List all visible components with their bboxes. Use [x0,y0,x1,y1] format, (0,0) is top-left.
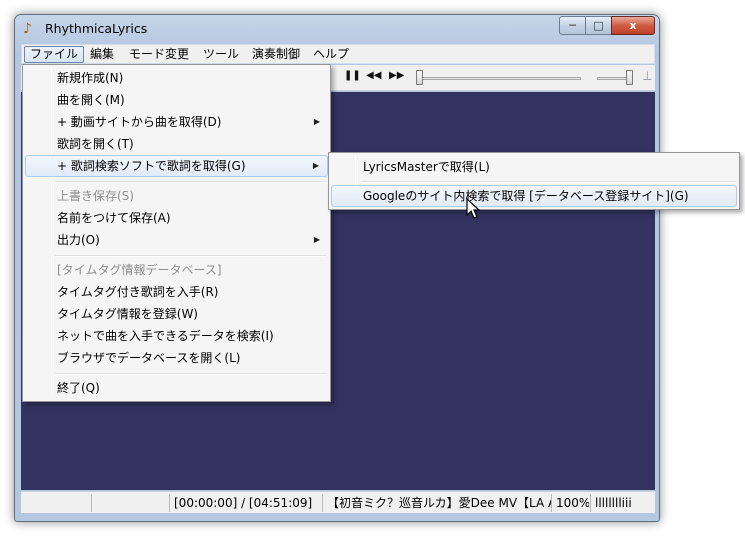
menu-file[interactable]: ファイル [24,46,85,63]
menu-item-label: 名前をつけて保存(A) [57,211,171,225]
menu-item-label: 曲を開く(M) [57,93,125,107]
menu-item-get-from-video-site[interactable]: + 動画サイトから曲を取得(D) ▶ [25,111,328,133]
menu-item-label: タイムタグ情報を登録(W) [57,307,198,321]
menu-item-label: + 歌詞検索ソフトで歌詞を取得(G) [57,159,246,173]
menu-item-save[interactable]: 上書き保存(S) [25,185,328,207]
menu-item-save-as[interactable]: 名前をつけて保存(A) [25,207,328,229]
menu-item-new[interactable]: 新規作成(N) [25,67,328,89]
menu-item-open-lyrics[interactable]: 歌詞を開く(T) [25,133,328,155]
menu-item-open-db-browser[interactable]: ブラウザでデータベースを開く(L) [25,347,328,369]
menu-item-register-timetag[interactable]: タイムタグ情報を登録(W) [25,303,328,325]
menu-separator [55,373,327,375]
menu-item-exit[interactable]: 終了(Q) [25,377,328,399]
menu-item-get-timetag-lyrics[interactable]: タイムタグ付き歌詞を入手(R) [25,281,328,303]
seek-slider-thumb[interactable] [416,70,423,85]
menu-item-google-site-search[interactable]: Googleのサイト内検索で取得 [データベース登録サイト](G) [331,185,737,207]
pause-icon[interactable]: ❚❚ [344,70,361,81]
menu-item-label: ブラウザでデータベースを開く(L) [57,351,241,365]
file-menu: 新規作成(N) 曲を開く(M) + 動画サイトから曲を取得(D) ▶ 歌詞を開く(… [22,64,331,402]
rewind-icon[interactable]: ◀◀ [366,70,381,81]
status-zoom: 100% [551,494,589,512]
seek-slider[interactable] [416,77,581,80]
status-time: [00:00:00] / [04:51:09] [169,494,317,512]
menu-help[interactable]: ヘルプ [308,46,354,63]
menu-item-label: + 動画サイトから曲を取得(D) [57,115,222,129]
menu-item-label: 上書き保存(S) [57,189,134,203]
menu-edit[interactable]: 編集 [85,46,119,63]
lyrics-search-submenu: LyricsMasterで取得(L) Googleのサイト内検索で取得 [データ… [328,152,740,210]
maximize-button[interactable]: □ [585,16,612,35]
menu-item-lyricsmaster[interactable]: LyricsMasterで取得(L) [331,156,737,178]
fast-forward-icon[interactable]: ▶▶ [389,70,404,81]
status-level: lllllllliii [590,494,640,512]
menu-item-label: Googleのサイト内検索で取得 [データベース登録サイト](G) [363,189,689,203]
menu-item-label: [タイムタグ情報データベース] [57,263,222,277]
close-button[interactable]: x [611,16,655,35]
menu-item-export[interactable]: 出力(O) ▶ [25,229,328,251]
menu-item-label: タイムタグ付き歌詞を入手(R) [57,285,219,299]
menu-item-label: 新規作成(N) [57,71,124,85]
menu-item-open-song[interactable]: 曲を開く(M) [25,89,328,111]
minimize-button[interactable]: ─ [559,16,586,35]
status-pane-empty [21,494,91,512]
menu-playback[interactable]: 演奏制御 [247,46,305,63]
status-track-title: 【初音ミク？巡音ルカ】愛Dee MV【LA A [322,494,552,512]
submenu-arrow-icon: ▶ [312,161,319,170]
menu-mode[interactable]: モード変更 [124,46,194,63]
menu-item-label: 出力(O) [57,233,100,247]
menu-separator [55,255,327,257]
menu-separator [361,181,736,183]
title-bar[interactable]: ♪ RhythmicaLyrics ─ □ x [15,15,659,43]
volume-slider-thumb[interactable] [626,70,633,85]
submenu-arrow-icon: ▶ [313,117,320,126]
app-icon: ♪ [23,21,32,37]
mouse-cursor-icon [466,198,481,219]
menu-item-search-song-data[interactable]: ネットで曲を入手できるデータを検索(I) [25,325,328,347]
menu-tools[interactable]: ツール [198,46,244,63]
menu-bar: ファイル 編集 モード変更 ツール 演奏制御 ヘルプ [21,44,655,64]
menu-separator [55,181,327,183]
status-pane-empty-2 [91,494,169,512]
submenu-arrow-icon: ▶ [313,235,320,244]
menu-item-label: LyricsMasterで取得(L) [363,160,490,174]
status-bar: [00:00:00] / [04:51:09] 【初音ミク？巡音ルカ】愛Dee … [21,491,655,513]
window-title: RhythmicaLyrics [45,21,148,36]
menu-item-label: 歌詞を開く(T) [57,137,134,151]
menu-section-timetag-db: [タイムタグ情報データベース] [25,259,328,281]
menu-item-label: 終了(Q) [57,381,100,395]
pin-icon[interactable]: ⟂ [643,69,652,84]
menu-item-get-lyrics-search[interactable]: + 歌詞検索ソフトで歌詞を取得(G) ▶ [25,155,328,177]
menu-item-label: ネットで曲を入手できるデータを検索(I) [57,329,274,343]
